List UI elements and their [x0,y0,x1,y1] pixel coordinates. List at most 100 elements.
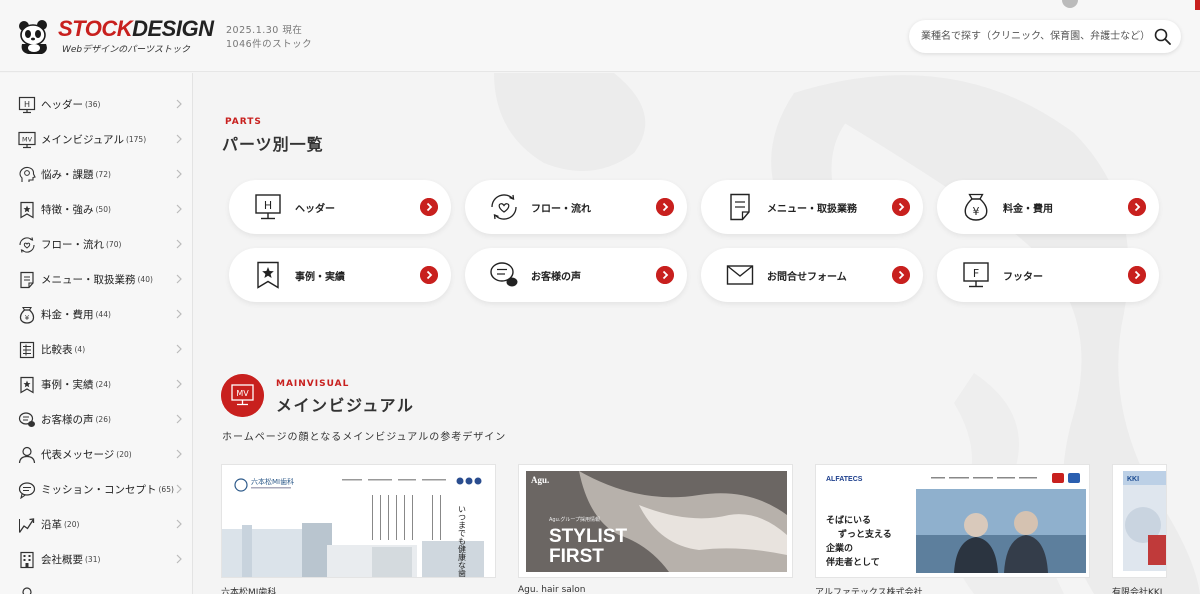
mail-icon [726,265,754,285]
arrow-right-icon [420,266,438,284]
history-icon [18,517,35,533]
kki-logo: KKI [1127,476,1139,483]
part-card-flow[interactable]: フロー・流れ [465,180,687,234]
part-card-label: お客様の声 [531,271,581,283]
mv-thumbnail-kki[interactable]: KKI [1112,464,1167,578]
sidebar-item-count: (26) [95,415,111,424]
sidebar-item-mission[interactable]: ミッション・コンセプト (65) [0,472,192,507]
part-card-price[interactable]: ¥ 料金・費用 [937,180,1159,234]
alfatecs-logo: ALFATECS [826,476,863,483]
sidebar-item-count: (50) [95,205,111,214]
part-card-label: 事例・実績 [295,271,345,283]
decorative-dot [1062,0,1078,8]
sidebar-item-mainvisual[interactable]: MV メインビジュアル (175) [0,122,192,157]
part-card-label: ヘッダー [295,203,335,215]
svg-text:¥: ¥ [973,205,980,218]
main-content: PARTS パーツ別一覧 H ヘッダー フロー・流れ メニュー・取扱業務 ¥ 料… [194,73,1200,594]
search-input[interactable] [921,20,1146,53]
search-icon[interactable] [1154,28,1171,45]
sidebar-item-company[interactable]: 会社概要 (31) [0,542,192,577]
sidebar-item-count: (20) [64,520,80,529]
arrow-right-icon [656,266,674,284]
sidebar-item-feature[interactable]: 特徴・強み (50) [0,192,192,227]
mv-description: ホームページの顔となるメインビジュアルの参考デザイン [222,432,507,443]
sidebar-item-menu[interactable]: メニュー・取扱業務 (40) [0,262,192,297]
sidebar-item-compare[interactable]: 比較表 (4) [0,332,192,367]
sidebar-item-label: お客様の声 [41,414,94,426]
menu-icon [730,193,750,221]
mv-thumbnail-caption: Agu. hair salon [518,585,586,594]
part-card-footer[interactable]: F フッター [937,248,1159,302]
salon-headline-2: FIRST [549,546,604,567]
sidebar-item-label: 料金・費用 [41,309,94,321]
sidebar-item-label: 会社概要 [41,554,83,566]
price-icon: ¥ [964,193,988,221]
sidebar-item-price[interactable]: ¥ 料金・費用 (44) [0,297,192,332]
sidebar-item-count: (31) [85,555,101,564]
mv-thumbnail-salon[interactable]: Agu. Agu.グループ採用情報 STYLIST FIRST [518,464,793,578]
sidebar-item-label: 比較表 [41,344,73,356]
part-card-label: お問合せフォーム [767,271,847,283]
part-card-case[interactable]: 事例・実績 [229,248,451,302]
sidebar-item-label: 悩み・課題 [41,169,94,181]
salon-sub: Agu.グループ採用情報 [549,516,600,523]
header-icon: H [18,96,36,113]
sidebar-item-message[interactable]: 代表メッセージ (20) [0,437,192,472]
part-card-menu[interactable]: メニュー・取扱業務 [701,180,923,234]
arrow-right-icon [892,198,910,216]
svg-text:MV: MV [236,389,249,398]
panda-logo-icon [19,19,47,54]
flow-icon [491,194,517,220]
chevron-right-icon [176,449,182,459]
sidebar-item-history[interactable]: 沿革 (20) [0,507,192,542]
arrow-right-icon [892,266,910,284]
dental-preview-image: 六本松MI歯科 いつまでも健康な歯を守る [222,465,495,578]
worry-icon [19,166,36,182]
mv-thumbnail-alfatecs[interactable]: ALFATECS そばにいる ずっと支える 企業の 伴走者として [815,464,1090,578]
mv-thumbnail-dental[interactable]: 六本松MI歯科 いつまでも健康な歯を守る [221,464,496,578]
arrow-right-icon [420,198,438,216]
sidebar-item-count: (36) [85,100,101,109]
svg-text:H: H [24,100,30,109]
sidebar-item-case[interactable]: 事例・実績 (24) [0,367,192,402]
site-header: STOCKDESIGN Webデザインのパーツストック 2025.1.30 現在… [0,0,1200,72]
sidebar-item-partial[interactable] [0,577,192,594]
alfatecs-copy-4: 伴走者として [825,556,880,568]
part-card-contact[interactable]: お問合せフォーム [701,248,923,302]
sidebar-item-label: 事例・実績 [41,379,94,391]
company-icon [20,551,34,568]
part-card-voice[interactable]: お客様の声 [465,248,687,302]
chevron-right-icon [176,379,182,389]
parts-title: パーツ別一覧 [222,135,324,154]
mission-icon [18,481,36,499]
mv-icon: MV [18,131,36,148]
scrollbar-thumb[interactable] [1195,0,1200,10]
alfatecs-copy-3: 企業の [825,542,853,554]
arrow-right-icon [1128,266,1146,284]
mv-eyebrow: MAINVISUAL [276,379,350,389]
search-box [909,20,1181,53]
sidebar-item-count: (44) [95,310,111,319]
part-card-label: 料金・費用 [1003,203,1053,215]
sidebar-item-label: 代表メッセージ [41,449,115,461]
arrow-right-icon [1128,198,1146,216]
parts-eyebrow: PARTS [225,117,262,127]
stock-date: 2025.1.30 現在 [226,25,303,36]
sidebar-item-voice[interactable]: お客様の声 (26) [0,402,192,437]
dental-headline: いつまでも健康な歯を守る [458,505,467,578]
chevron-right-icon [176,169,182,179]
chevron-right-icon [176,344,182,354]
case-icon [20,376,34,394]
sidebar-item-worry[interactable]: 悩み・課題 (72) [0,157,192,192]
sidebar-item-header[interactable]: H ヘッダー (36) [0,87,192,122]
sidebar-item-flow[interactable]: フロー・流れ (70) [0,227,192,262]
sidebar-item-label: 特徴・強み [41,204,94,216]
site-logo[interactable]: STOCKDESIGN Webデザインのパーツストック [16,18,214,55]
kki-preview-image: KKI [1113,465,1166,577]
svg-text:F: F [973,267,979,280]
flow-icon [19,236,35,253]
mv-title: メインビジュアル [276,396,415,415]
part-card-header[interactable]: H ヘッダー [229,180,451,234]
chevron-right-icon [176,204,182,214]
footer-icon: F [963,262,989,288]
